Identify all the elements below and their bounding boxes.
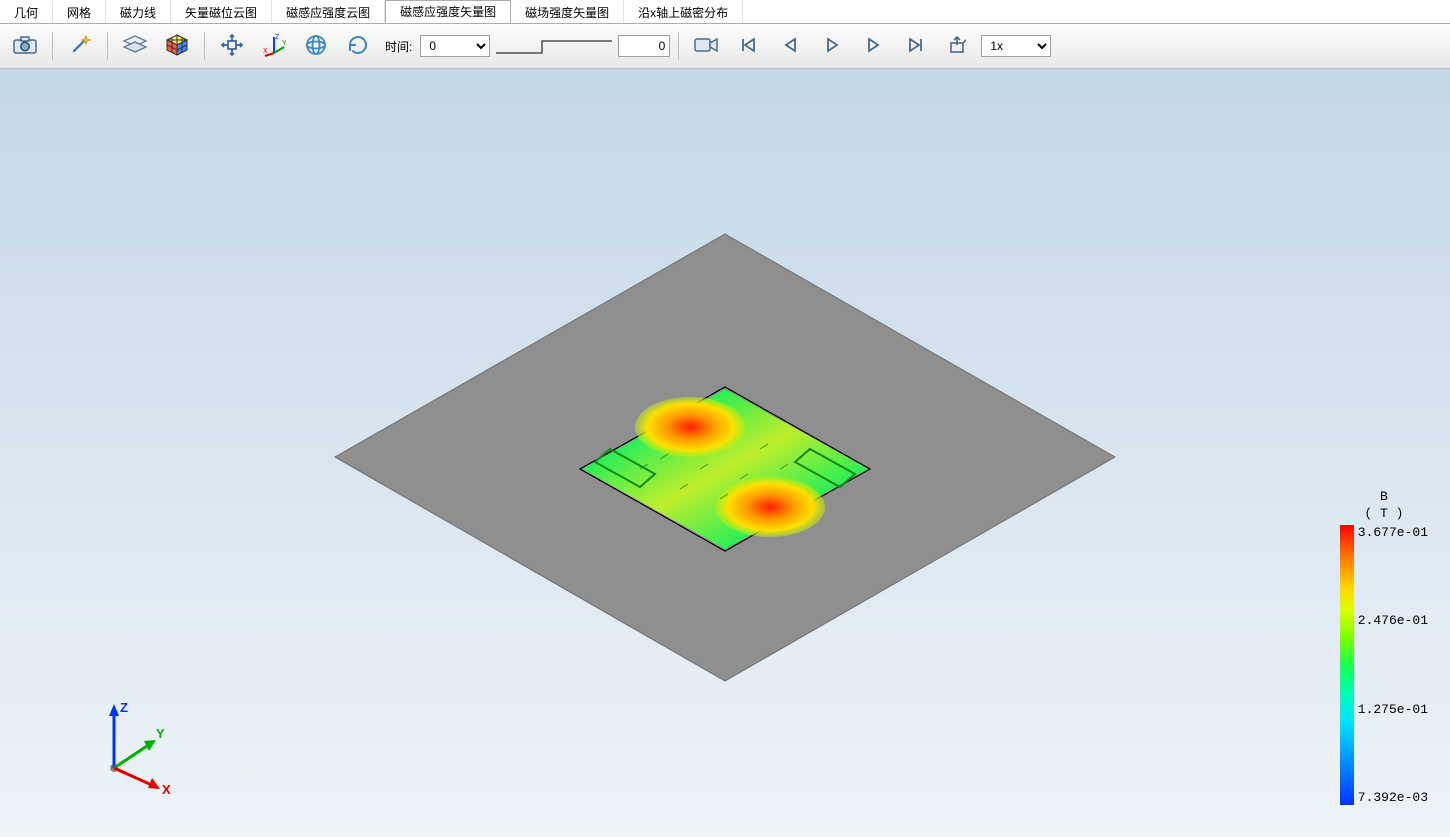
skip-last-icon xyxy=(907,36,925,57)
tab-label: 矢量磁位云图 xyxy=(185,4,257,21)
tab-b-contour[interactable]: 磁感应强度云图 xyxy=(272,0,385,23)
time-label: 时间: xyxy=(381,38,416,55)
time-from-select[interactable]: 0 xyxy=(420,35,490,57)
legend-tick: 2.476e-01 xyxy=(1358,613,1428,628)
skip-first-icon xyxy=(739,36,757,57)
tab-label: 沿x轴上磁密分布 xyxy=(638,4,728,21)
tab-geometry[interactable]: 几何 xyxy=(0,0,53,23)
reset-view-button[interactable] xyxy=(339,29,377,63)
layers-button[interactable] xyxy=(116,29,154,63)
tab-label: 磁力线 xyxy=(120,4,156,21)
3d-viewport[interactable]: Z Y X B ( T ) 3.677e-01 2.476e-01 1.275e… xyxy=(0,69,1450,837)
last-frame-button[interactable] xyxy=(897,29,935,63)
step-prev-icon xyxy=(781,36,799,57)
step-function-icon xyxy=(494,35,614,57)
legend-ticks: 3.677e-01 2.476e-01 1.275e-01 7.392e-03 xyxy=(1354,525,1428,805)
svg-text:Y: Y xyxy=(282,40,286,47)
legend-tick: 7.392e-03 xyxy=(1358,790,1428,805)
tab-mesh[interactable]: 网格 xyxy=(53,0,106,23)
time-to-input[interactable] xyxy=(618,35,670,57)
legend-quantity: B xyxy=(1340,489,1428,504)
move-arrows-icon xyxy=(220,33,244,60)
next-frame-button[interactable] xyxy=(855,29,893,63)
separator xyxy=(678,32,679,60)
export-icon xyxy=(948,35,968,58)
axis-y-label: Y xyxy=(156,726,165,741)
step-next-icon xyxy=(865,36,883,57)
tab-b-vector[interactable]: 磁感应强度矢量图 xyxy=(385,0,511,23)
svg-text:X: X xyxy=(263,48,268,55)
axis-z-label: Z xyxy=(120,700,128,715)
legend-colorbar xyxy=(1340,525,1354,805)
tab-label: 磁感应强度矢量图 xyxy=(400,3,496,20)
magic-wand-icon xyxy=(68,33,92,60)
play-button[interactable] xyxy=(813,29,851,63)
legend-unit: ( T ) xyxy=(1340,506,1428,521)
playback-speed-select[interactable]: 1x xyxy=(981,35,1051,57)
axis-x-label: X xyxy=(162,782,171,797)
plot-tab-bar: 几何 网格 磁力线 矢量磁位云图 磁感应强度云图 磁感应强度矢量图 磁场强度矢量… xyxy=(0,0,1450,24)
snapshot-button[interactable] xyxy=(6,29,44,63)
tab-vector-potential-contour[interactable]: 矢量磁位云图 xyxy=(171,0,272,23)
separator xyxy=(107,32,108,60)
probe-button[interactable] xyxy=(61,29,99,63)
play-icon xyxy=(823,36,841,57)
color-legend: B ( T ) 3.677e-01 2.476e-01 1.275e-01 7.… xyxy=(1340,489,1428,805)
layers-icon xyxy=(122,34,148,59)
export-anim-button[interactable] xyxy=(939,29,977,63)
rotate-view-button[interactable] xyxy=(297,29,335,63)
tab-h-vector[interactable]: 磁场强度矢量图 xyxy=(511,0,624,23)
legend-tick: 3.677e-01 xyxy=(1358,525,1428,540)
prev-frame-button[interactable] xyxy=(771,29,809,63)
model-render xyxy=(0,69,1450,837)
pan-button[interactable] xyxy=(213,29,251,63)
xyz-axes-icon: ZY X xyxy=(262,33,286,60)
tab-flux-lines[interactable]: 磁力线 xyxy=(106,0,171,23)
axes-button[interactable]: ZY X xyxy=(255,29,293,63)
video-camera-icon xyxy=(693,35,719,58)
tab-label: 磁场强度矢量图 xyxy=(525,4,609,21)
rotate-gyro-icon xyxy=(304,33,328,60)
separator xyxy=(52,32,53,60)
rotate-reset-icon xyxy=(346,33,370,60)
tab-label: 网格 xyxy=(67,4,91,21)
separator xyxy=(204,32,205,60)
tab-label: 磁感应强度云图 xyxy=(286,4,370,21)
svg-text:Z: Z xyxy=(275,34,280,41)
record-button[interactable] xyxy=(687,29,725,63)
view-toolbar: ZY X 时间: 0 1x xyxy=(0,24,1450,69)
camera-icon xyxy=(12,35,38,58)
tab-b-along-x[interactable]: 沿x轴上磁密分布 xyxy=(624,0,743,23)
first-frame-button[interactable] xyxy=(729,29,767,63)
rubik-cube-icon xyxy=(165,33,189,60)
legend-tick: 1.275e-01 xyxy=(1358,702,1428,717)
colormap-button[interactable] xyxy=(158,29,196,63)
tab-label: 几何 xyxy=(14,4,38,21)
orientation-triad: Z Y X xyxy=(70,682,190,802)
